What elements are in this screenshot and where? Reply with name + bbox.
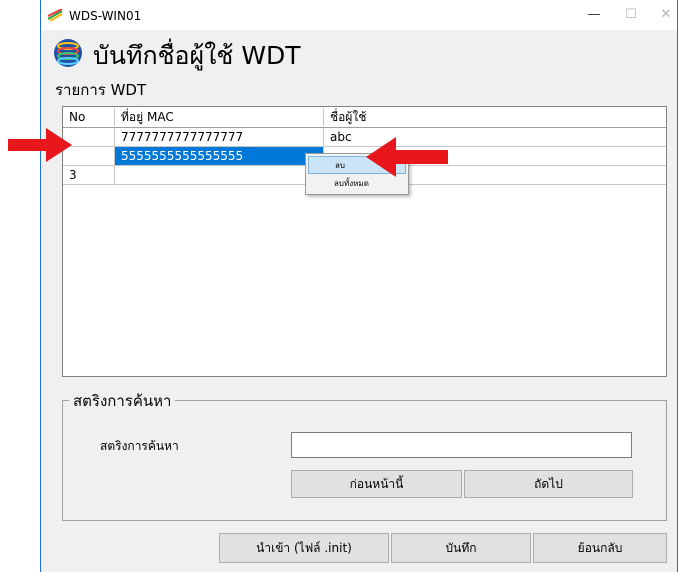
cell-mac[interactable]: 7777777777777777 bbox=[114, 128, 323, 146]
list-section-label: รายการ WDT bbox=[55, 81, 147, 99]
cell-no: 3 bbox=[69, 168, 77, 182]
app-logo-icon bbox=[47, 9, 63, 21]
app-window: WDS-WIN01 — ☐ ✕ บันทึกชื่อผู้ใช้ WDT ราย… bbox=[40, 0, 678, 572]
save-button[interactable]: บันทึก bbox=[391, 533, 531, 563]
search-label: สตริงการค้นหา bbox=[100, 439, 179, 453]
table-header: No ที่อยู่ MAC ชื่อผู้ใช้ bbox=[63, 107, 666, 128]
maximize-button[interactable]: ☐ bbox=[616, 5, 646, 25]
column-header-no[interactable]: No bbox=[63, 108, 114, 126]
cell-mac-selected[interactable]: 5555555555555555 bbox=[114, 147, 323, 165]
table-row[interactable]: 7777777777777777 abc bbox=[63, 128, 666, 147]
column-header-user[interactable]: ชื่อผู้ใช้ bbox=[323, 108, 666, 126]
next-button[interactable]: ถัดไป bbox=[464, 470, 633, 498]
search-input[interactable] bbox=[291, 432, 632, 458]
search-group bbox=[62, 400, 667, 521]
annotation-arrow-left-icon bbox=[366, 137, 448, 177]
wdt-table[interactable]: No ที่อยู่ MAC ชื่อผู้ใช้ 77777777777777… bbox=[62, 106, 667, 377]
previous-button[interactable]: ก่อนหน้านี้ bbox=[291, 470, 462, 498]
page-title: บันทึกชื่อผู้ใช้ WDT bbox=[93, 41, 301, 70]
column-header-mac[interactable]: ที่อยู่ MAC bbox=[114, 108, 323, 126]
import-button[interactable]: นำเข้า (ไฟล์ .init) bbox=[219, 533, 389, 563]
minimize-button[interactable]: — bbox=[579, 5, 609, 25]
back-button[interactable]: ย้อนกลับ bbox=[533, 533, 667, 563]
annotation-arrow-right-icon bbox=[8, 128, 72, 162]
context-menu-delete-all[interactable]: ลบทั้งหมด bbox=[308, 175, 406, 193]
search-group-title: สตริงการค้นหา bbox=[69, 389, 176, 413]
cell-mac[interactable] bbox=[114, 166, 323, 184]
close-button[interactable]: ✕ bbox=[651, 5, 681, 25]
title-bar: WDS-WIN01 — ☐ ✕ bbox=[41, 0, 677, 30]
window-title: WDS-WIN01 bbox=[69, 9, 142, 23]
stack-rings-icon bbox=[54, 39, 82, 67]
